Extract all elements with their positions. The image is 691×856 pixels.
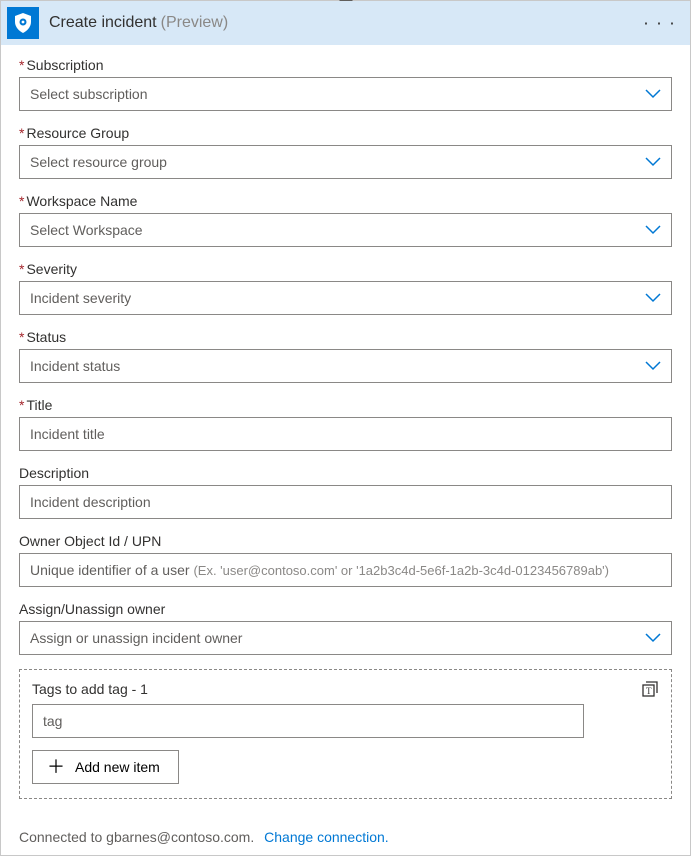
field-description: Description Incident description (19, 465, 672, 519)
plus-icon: ＋ (47, 760, 65, 774)
card-body: *Subscription Select subscription *Resou… (1, 45, 690, 815)
label-workspace-name: *Workspace Name (19, 193, 672, 209)
tags-header-label: Tags to add tag - 1 (32, 681, 148, 697)
input-title-placeholder: Incident title (30, 426, 105, 442)
tags-header: Tags to add tag - 1 T (32, 680, 659, 698)
label-title: *Title (19, 397, 672, 413)
label-owner-id: Owner Object Id / UPN (19, 533, 672, 549)
select-resource-group-placeholder: Select resource group (30, 154, 167, 170)
chevron-down-icon (645, 225, 661, 235)
card-footer: Connected to gbarnes@contoso.com. Change… (1, 815, 690, 855)
svg-text:T: T (646, 686, 652, 696)
field-subscription: *Subscription Select subscription (19, 57, 672, 111)
select-status-placeholder: Incident status (30, 358, 120, 374)
select-severity-placeholder: Incident severity (30, 290, 131, 306)
chevron-down-icon (645, 89, 661, 99)
input-owner-id-placeholder: Unique identifier of a user (Ex. 'user@c… (30, 562, 609, 578)
input-description[interactable]: Incident description (19, 485, 672, 519)
select-workspace-name[interactable]: Select Workspace (19, 213, 672, 247)
field-owner-id: Owner Object Id / UPN Unique identifier … (19, 533, 672, 587)
select-assign-owner-placeholder: Assign or unassign incident owner (30, 630, 242, 646)
field-status: *Status Incident status (19, 329, 672, 383)
sentinel-shield-icon (7, 7, 39, 39)
card-header: Create incident (Preview) · · · (1, 1, 690, 45)
label-status: *Status (19, 329, 672, 345)
select-workspace-name-placeholder: Select Workspace (30, 222, 143, 238)
card-preview-tag: (Preview) (161, 14, 229, 32)
field-title: *Title Incident title (19, 397, 672, 451)
input-title[interactable]: Incident title (19, 417, 672, 451)
tags-section: Tags to add tag - 1 T tag ＋ Add new item (19, 669, 672, 799)
label-subscription: *Subscription (19, 57, 672, 73)
field-severity: *Severity Incident severity (19, 261, 672, 315)
label-description: Description (19, 465, 672, 481)
label-resource-group: *Resource Group (19, 125, 672, 141)
select-severity[interactable]: Incident severity (19, 281, 672, 315)
tags-input[interactable]: tag (32, 704, 584, 738)
select-resource-group[interactable]: Select resource group (19, 145, 672, 179)
chevron-down-icon (645, 157, 661, 167)
tags-input-value: tag (43, 713, 62, 729)
chevron-down-icon (645, 293, 661, 303)
select-status[interactable]: Incident status (19, 349, 672, 383)
field-assign-owner: Assign/Unassign owner Assign or unassign… (19, 601, 672, 655)
select-assign-owner[interactable]: Assign or unassign incident owner (19, 621, 672, 655)
change-connection-link[interactable]: Change connection. (264, 829, 389, 845)
create-incident-card: Create incident (Preview) · · · *Subscri… (0, 0, 691, 856)
dynamic-content-icon[interactable]: T (641, 680, 659, 698)
input-owner-id[interactable]: Unique identifier of a user (Ex. 'user@c… (19, 553, 672, 587)
connected-text: Connected to gbarnes@contoso.com. (19, 829, 254, 845)
label-assign-owner: Assign/Unassign owner (19, 601, 672, 617)
field-resource-group: *Resource Group Select resource group (19, 125, 672, 179)
add-new-item-label: Add new item (75, 759, 160, 775)
label-severity: *Severity (19, 261, 672, 277)
chevron-down-icon (645, 633, 661, 643)
select-subscription-placeholder: Select subscription (30, 86, 148, 102)
card-title: Create incident (49, 14, 157, 32)
input-description-placeholder: Incident description (30, 494, 151, 510)
add-new-item-button[interactable]: ＋ Add new item (32, 750, 179, 784)
more-menu-icon[interactable]: · · · (643, 13, 676, 34)
chevron-down-icon (645, 361, 661, 371)
select-subscription[interactable]: Select subscription (19, 77, 672, 111)
field-workspace-name: *Workspace Name Select Workspace (19, 193, 672, 247)
